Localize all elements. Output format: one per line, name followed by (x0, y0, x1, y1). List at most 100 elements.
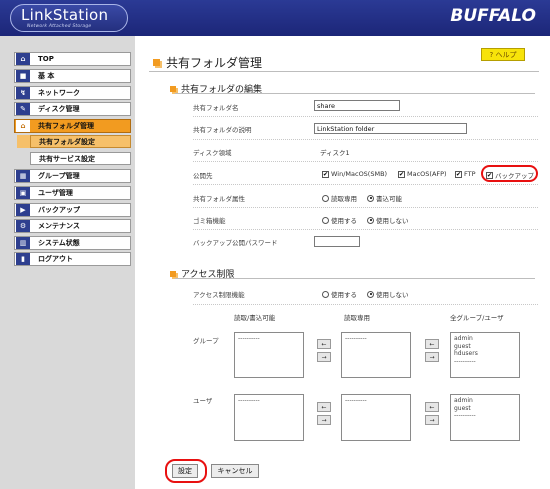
list-item[interactable]: guest (454, 343, 516, 351)
sidebar-item-network[interactable]: ↯ ネットワーク (14, 86, 131, 100)
list-item[interactable]: ---------- (238, 397, 300, 405)
radio-off-icon (322, 290, 329, 298)
trash-nouse-radio[interactable]: 使用しない (367, 215, 409, 225)
backup-icon: ▶ (16, 204, 30, 216)
sidebar-item-logout[interactable]: ▮ ログアウト (14, 252, 131, 266)
sidebar-item-group[interactable]: ▦ グループ管理 (14, 169, 131, 183)
sidebar-item-disk[interactable]: ✎ ディスク管理 (14, 102, 131, 116)
publish-label: 公開先 (193, 172, 213, 180)
radio-label: 使用しない (376, 291, 409, 299)
backup-password-input[interactable] (314, 236, 360, 247)
subitem-label: 共有フォルダ設定 (39, 137, 95, 146)
section-bullet-icon (170, 270, 176, 277)
logout-icon: ▮ (16, 253, 30, 265)
access-nouse-radio[interactable]: 使用しない (367, 289, 409, 299)
status-icon: ▥ (16, 237, 30, 249)
sidebar-item-shared-folder[interactable]: ⌂ 共有フォルダ管理 (14, 119, 131, 133)
trash-use-radio[interactable]: 使用する (322, 215, 357, 225)
group-move-left-button[interactable]: ← (317, 339, 331, 349)
publish-ftp-checkbox[interactable]: ✔ FTP (455, 170, 476, 178)
list-item[interactable]: admin (454, 397, 516, 405)
sidebar-item-user[interactable]: ▣ ユーザ管理 (14, 186, 131, 200)
list-item[interactable]: ---------- (238, 335, 300, 343)
row-divider (193, 229, 538, 230)
sidebar-item-label: ユーザ管理 (38, 189, 73, 197)
group-all-list[interactable]: admin guest hdusers ---------- (450, 332, 520, 378)
sidebar-item-system-status[interactable]: ▥ システム状態 (14, 236, 131, 250)
sidebar-item-label: ディスク管理 (38, 105, 80, 113)
top-icon: ⌂ (16, 53, 30, 65)
maintenance-icon: ⚙ (16, 220, 30, 232)
trash-label: ゴミ箱機能 (193, 217, 226, 225)
list-item[interactable]: ---------- (454, 358, 516, 366)
network-icon: ↯ (16, 87, 30, 99)
folder-attr-label: 共有フォルダ属性 (193, 195, 245, 203)
checkbox-label: MacOS(AFP) (407, 170, 447, 178)
buffalo-logo: BUFFALO (450, 6, 536, 26)
group-move-right-button-2[interactable]: → (425, 352, 439, 362)
user-rw-list[interactable]: ---------- (234, 394, 304, 441)
header-bar: LinkStation Network Attached Storage BUF… (0, 0, 550, 36)
list-item[interactable]: ---------- (345, 397, 407, 405)
list-item[interactable]: ---------- (345, 335, 407, 343)
checkbox-checked-icon: ✔ (322, 170, 329, 178)
radio-on-icon (367, 290, 374, 298)
group-label: グループ (193, 337, 219, 345)
group-move-left-button-2[interactable]: ← (425, 339, 439, 349)
title-bullet-icon (153, 59, 160, 66)
sidebar-item-label: 基 本 (38, 72, 55, 80)
all-column-header: 全グループ/ユーザ (450, 314, 504, 322)
list-item[interactable]: guest (454, 405, 516, 413)
submenu-indicator (17, 135, 30, 148)
list-item[interactable]: admin (454, 335, 516, 343)
help-button[interactable]: ? ヘルプ (481, 48, 525, 61)
basic-settings-icon: ■ (16, 70, 30, 82)
row-divider (193, 161, 538, 162)
linkstation-logo: LinkStation Network Attached Storage (10, 4, 128, 32)
ro-column-header: 読取専用 (344, 314, 370, 322)
group-rw-list[interactable]: ---------- (234, 332, 304, 378)
sidebar-item-basic[interactable]: ■ 基 本 (14, 69, 131, 83)
list-item[interactable]: ---------- (454, 412, 516, 420)
access-use-radio[interactable]: 使用する (322, 289, 357, 299)
subitem-label: 共有サービス設定 (39, 154, 95, 163)
disk-area-value: ディスク1 (320, 149, 350, 157)
subitem-shared-service-settings[interactable]: 共有サービス設定 (30, 152, 131, 165)
attr-readonly-radio[interactable]: 読取専用 (322, 193, 357, 203)
folder-name-input[interactable]: share (314, 100, 400, 111)
highlight-ring (481, 165, 538, 182)
radio-on-icon (367, 194, 374, 202)
page-title-text: 共有フォルダ管理 (166, 56, 263, 70)
user-move-left-button[interactable]: ← (317, 402, 331, 412)
sidebar-item-maintenance[interactable]: ⚙ メンテナンス (14, 219, 131, 233)
radio-label: 使用する (331, 217, 357, 225)
attr-writable-radio[interactable]: 書込可能 (367, 193, 402, 203)
radio-off-icon (322, 216, 329, 224)
publish-smb-checkbox[interactable]: ✔ Win/MacOS(SMB) (322, 170, 387, 178)
folder-icon: ⌂ (16, 120, 30, 132)
sidebar-item-label: バックアップ (38, 206, 80, 214)
subitem-shared-folder-settings[interactable]: 共有フォルダ設定 (30, 135, 131, 148)
group-move-right-button[interactable]: → (317, 352, 331, 362)
highlight-ring (165, 459, 207, 483)
user-move-left-button-2[interactable]: ← (425, 402, 439, 412)
description-input[interactable]: LinkStation folder (314, 123, 467, 134)
sidebar-item-backup[interactable]: ▶ バックアップ (14, 203, 131, 217)
user-move-right-button-2[interactable]: → (425, 415, 439, 425)
publish-afp-checkbox[interactable]: ✔ MacOS(AFP) (398, 170, 447, 178)
section-divider (175, 278, 535, 279)
access-limit-label: アクセス制限機能 (193, 291, 245, 299)
user-move-right-button[interactable]: → (317, 415, 331, 425)
user-all-list[interactable]: admin guest ---------- (450, 394, 520, 441)
checkbox-checked-icon: ✔ (398, 170, 405, 178)
sidebar-item-top[interactable]: ⌂ TOP (14, 52, 131, 66)
list-item[interactable]: hdusers (454, 350, 516, 358)
user-ro-list[interactable]: ---------- (341, 394, 411, 441)
cancel-button[interactable]: キャンセル (211, 464, 259, 478)
group-ro-list[interactable]: ---------- (341, 332, 411, 378)
radio-label: 書込可能 (376, 195, 402, 203)
disk-area-label: ディスク領域 (193, 149, 232, 157)
row-divider (193, 116, 538, 117)
sidebar-item-label: グループ管理 (38, 172, 80, 180)
user-icon: ▣ (16, 187, 30, 199)
